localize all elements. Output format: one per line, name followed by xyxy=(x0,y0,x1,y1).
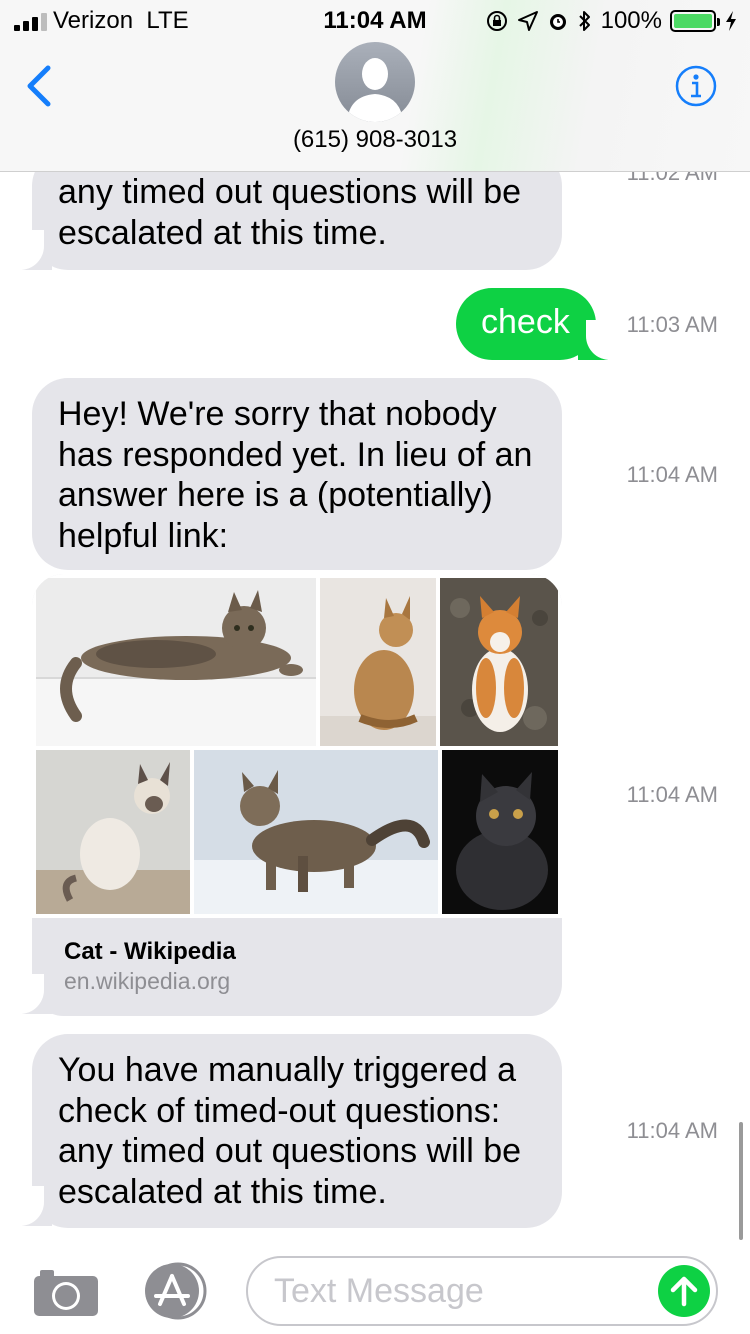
conversation-header: Verizon LTE 11:04 AM 100% (615) 908-3013 xyxy=(0,0,750,172)
alarm-icon xyxy=(549,14,566,30)
link-preview-card[interactable]: Cat - Wikipedia en.wikipedia.org xyxy=(32,574,562,1016)
bubble-tail xyxy=(14,230,52,270)
message-line: has responded yet. In lieu of an xyxy=(58,435,533,474)
camera-icon[interactable] xyxy=(30,1264,102,1320)
send-button[interactable] xyxy=(658,1265,710,1317)
orientation-lock-icon xyxy=(486,11,507,31)
arrow-up-icon xyxy=(670,1276,698,1307)
battery-percentage: 100% xyxy=(600,7,662,34)
link-preview-image-collage xyxy=(32,574,562,918)
message-timestamp: 11:04 AM xyxy=(626,1118,718,1143)
conversation-view[interactable]: any timed out questions will be escalate… xyxy=(0,0,750,1244)
message-timestamp: 11:04 AM xyxy=(626,782,718,807)
info-icon[interactable] xyxy=(674,64,718,108)
status-bar: Verizon LTE 11:04 AM 100% xyxy=(0,0,750,40)
message-line: escalated at this time. xyxy=(58,213,387,252)
message-placeholder: Text Message xyxy=(274,1272,484,1310)
message-line: helpful link: xyxy=(58,516,229,555)
cat-photo xyxy=(36,578,316,746)
received-message-bubble[interactable]: Hey! We're sorry that nobody has respond… xyxy=(32,378,562,570)
link-title: Cat - Wikipedia xyxy=(64,938,236,965)
cat-photo xyxy=(320,578,436,746)
received-message-bubble[interactable]: You have manually triggered a check of t… xyxy=(32,1034,562,1228)
battery-icon xyxy=(670,10,720,32)
message-line: escalated at this time. xyxy=(58,1172,387,1211)
message-line: check of timed-out questions: xyxy=(58,1091,501,1130)
cat-photo xyxy=(36,750,190,914)
back-chevron-icon[interactable] xyxy=(20,62,60,110)
bubble-tail xyxy=(578,320,616,360)
scroll-indicator[interactable] xyxy=(739,1122,743,1240)
message-line: Hey! We're sorry that nobody xyxy=(58,395,497,433)
cat-photo xyxy=(194,750,438,914)
person-silhouette-icon xyxy=(347,58,403,122)
app-store-icon[interactable] xyxy=(140,1262,212,1320)
contact-avatar[interactable] xyxy=(335,42,415,122)
location-icon xyxy=(517,11,538,31)
link-domain: en.wikipedia.org xyxy=(64,968,231,994)
message-line: any timed out questions will be xyxy=(58,173,522,211)
bluetooth-icon xyxy=(578,11,590,31)
bubble-tail xyxy=(14,974,52,1014)
message-line: answer here is a (potentially) xyxy=(58,476,493,514)
cat-photo xyxy=(442,750,558,914)
cat-photo xyxy=(440,578,558,746)
message-text-field[interactable]: Text Message xyxy=(246,1256,718,1326)
status-icons: 100% xyxy=(485,7,738,35)
bubble-tail xyxy=(14,1186,52,1226)
charging-bolt-icon xyxy=(726,11,736,31)
message-line: any timed out questions will be xyxy=(58,1132,522,1170)
sent-message-bubble[interactable]: check xyxy=(456,288,596,360)
message-timestamp: 11:04 AM xyxy=(626,462,718,487)
message-input-bar: Text Message xyxy=(0,1244,750,1334)
message-line: You have manually triggered a xyxy=(58,1051,517,1089)
message-timestamp: 11:03 AM xyxy=(626,312,718,337)
contact-phone-number[interactable]: (615) 908-3013 xyxy=(0,126,750,154)
